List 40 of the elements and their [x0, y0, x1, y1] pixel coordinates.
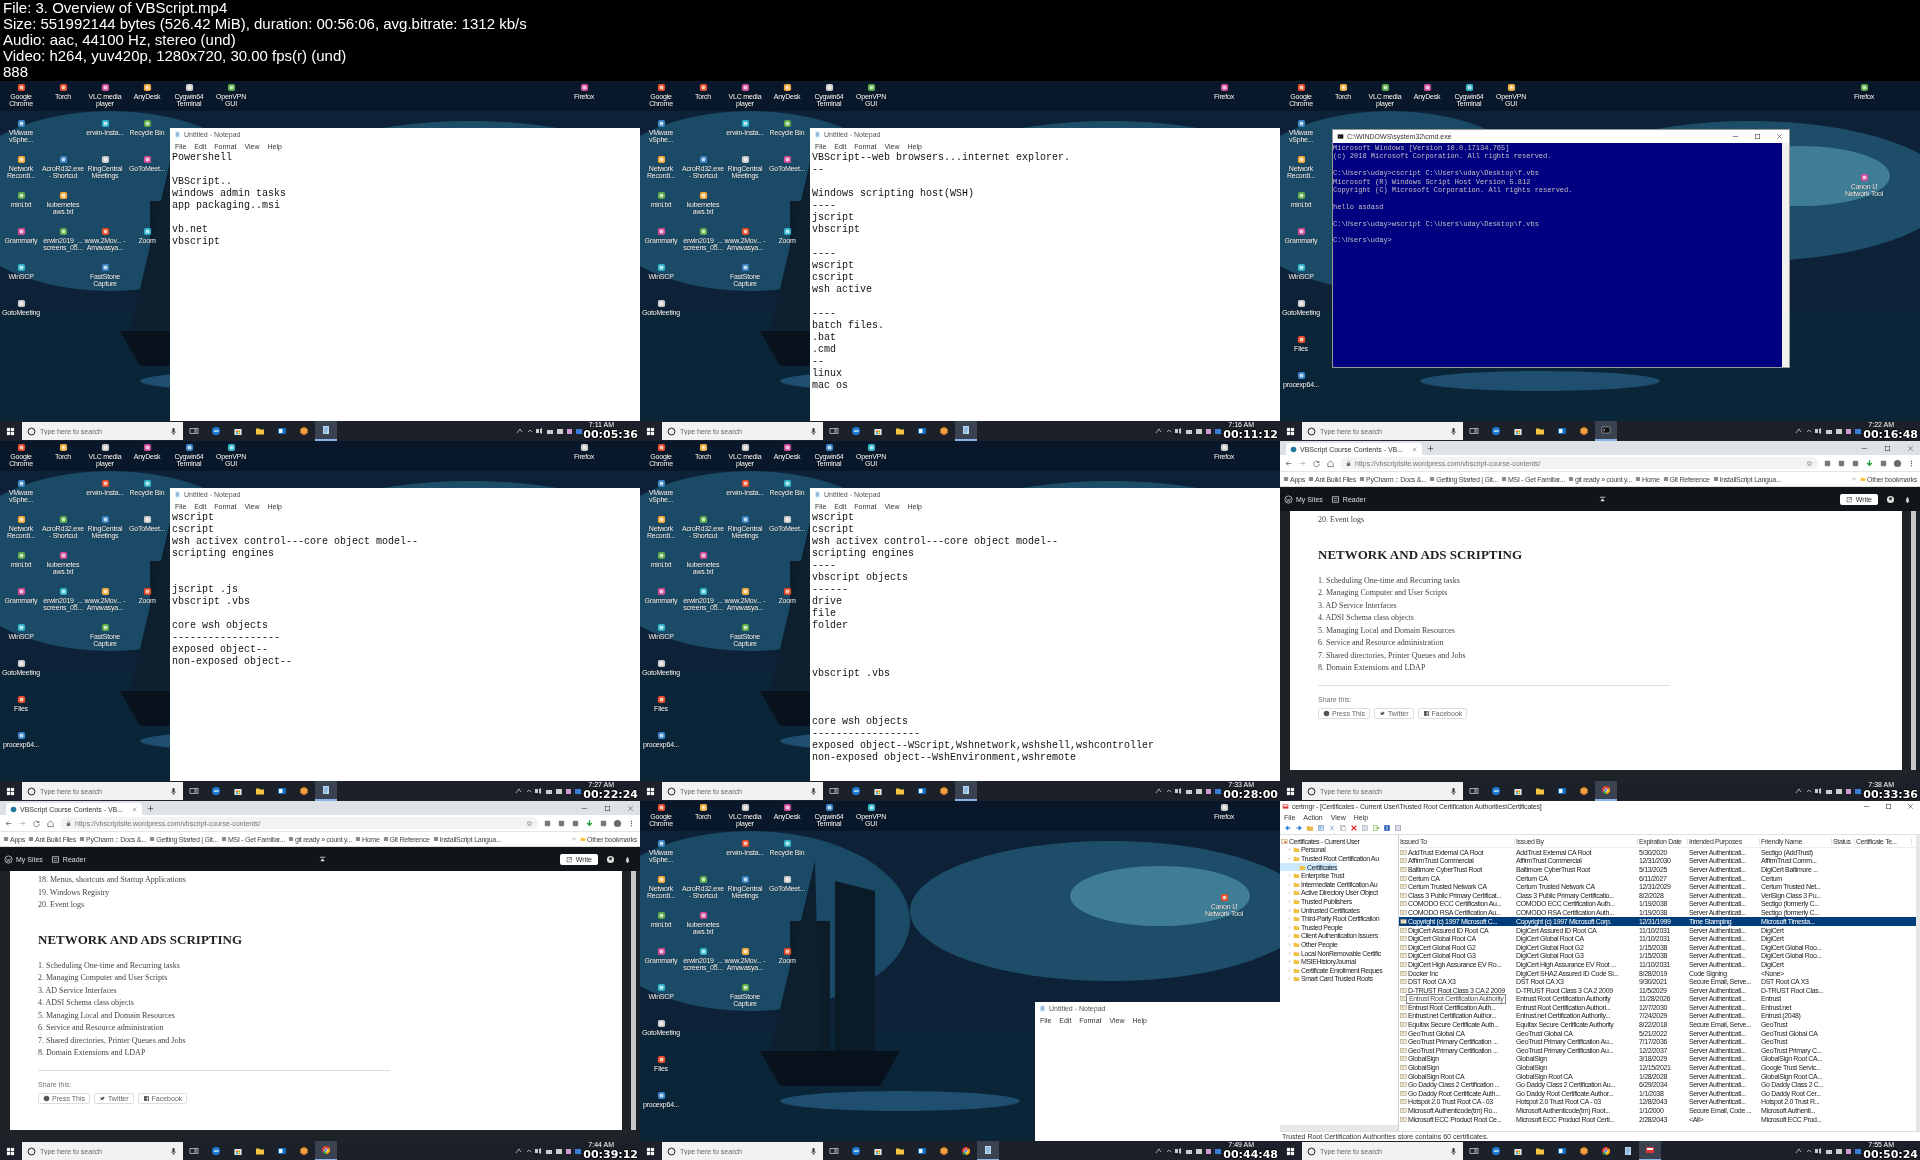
info-line: Size: 551992144 bytes (526.42 MiB), duration: 00:56:06, avg.bitrate: 1312 kb/s: [3, 16, 527, 32]
timestamp: 00:11:12: [1223, 429, 1278, 441]
timestamp: 00:50:24: [1863, 1149, 1918, 1160]
list-item: 5. Managing Local and Domain Resources: [38, 1009, 175, 1022]
info-line: Video: h264, yuv420p, 1280x720, 30.00 fps(r) (und): [3, 48, 347, 64]
list-item: 8. Domain Extensions and LDAP: [1318, 662, 1426, 674]
list-item: 20. Event logs: [1318, 514, 1364, 526]
info-line: File: 3. Overview of VBScript.mp4: [3, 0, 228, 16]
list-item: 4. ADSI Schema class objects: [1318, 612, 1414, 624]
list-item: 5. Managing Local and Domain Resources: [1318, 624, 1455, 637]
info-line: 888: [3, 64, 29, 80]
timestamp: 00:16:48: [1863, 429, 1918, 441]
list-item: 2. Managing Computer and User Scripts: [1318, 587, 1448, 599]
timestamp: 00:05:36: [583, 429, 638, 441]
list-item: 6. Service and Resource administration: [1318, 637, 1444, 649]
list-item: 1. Scheduling One-time and Recurring tasks: [1318, 574, 1460, 587]
list-item: 1. Scheduling One-time and Recurring tasks: [38, 959, 180, 972]
timestamp: 00:39:12: [583, 1149, 638, 1160]
list-item: 8. Domain Extensions and LDAP: [38, 1047, 146, 1059]
document-text: wscript cscript wsh activex control---core object model-- scripting engines ---- vbscript objects ------ drive file folder vbscript .vbs core wsh objects ------------------ exposed object--WScript,Wshnetwork,wshshell,wshcontroller non-exposed object--WshEnvironment,wshremote: [812, 512, 1155, 764]
list-item: 3. AD Service Interfaces: [1318, 599, 1397, 612]
list-item: 4. ADSI Schema class objects: [38, 997, 134, 1009]
list-item: 20. Event logs: [38, 899, 84, 911]
info-line: Audio: aac, 44100 Hz, stereo (und): [3, 32, 236, 48]
list-item: 6. Service and Resource administration: [38, 1022, 164, 1034]
document-text: wscript cscript wsh activex control---core object model-- scripting engines jscript .js vbscript .vbs core wsh objects ------------------ exposed object-- non-exposed object--: [172, 512, 419, 668]
list-item: 7. Shared directories, Printer Queues and Jobs: [1318, 649, 1466, 662]
list-item: 3. AD Service Interfaces: [38, 984, 117, 997]
document-text: VBScript--web browsers...internet explorer. -- Windows scripting host(WSH) ---- jscript vbscript ---- wscript cscript wsh active ---- batch files. .bat .cmd -- linux mac os: [812, 152, 1071, 392]
timestamp: 00:33:36: [1863, 789, 1918, 801]
document-text: Powershell VBScript.. windows admin tasks app packaging..msi vb.net vbscript: [172, 152, 287, 248]
list-item: 7. Shared directories, Printer Queues and Jobs: [38, 1034, 186, 1047]
timestamp: 00:28:00: [1223, 789, 1278, 801]
list-item: 19. Windows Registry: [38, 886, 110, 899]
timestamp: 00:44:48: [1223, 1149, 1278, 1160]
timestamp: 00:22:24: [583, 789, 638, 801]
section-heading: NETWORK AND ADS SCRIPTING: [38, 931, 243, 948]
list-item: 18. Menus, shortcuts and Startup Applications: [38, 874, 186, 886]
section-heading: NETWORK AND ADS SCRIPTING: [1318, 546, 1523, 563]
list-item: 2. Managing Computer and User Scripts: [38, 972, 168, 984]
